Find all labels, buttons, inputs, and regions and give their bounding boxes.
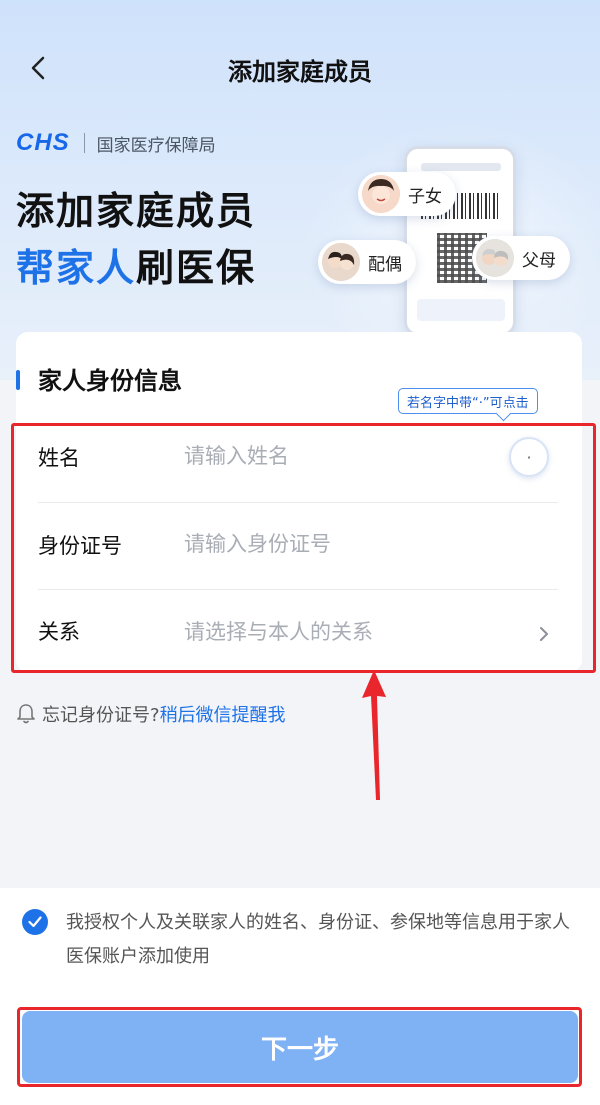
child-avatar (362, 175, 400, 213)
relation-row[interactable]: 关系 请选择与本人的关系 (38, 590, 558, 676)
bubble-spouse-label: 配偶 (368, 254, 402, 275)
nav-bar: 添加家庭成员 (0, 40, 600, 96)
phone-footer (417, 299, 505, 321)
forgot-id-text: 忘记身份证号? (42, 705, 160, 726)
phone-status-bar (421, 163, 501, 171)
section-title: 家人身份信息 (38, 367, 182, 395)
check-icon (28, 916, 42, 928)
bubble-child: 子女 (358, 172, 456, 216)
parents-avatar-icon (476, 239, 514, 277)
name-row: 姓名 (38, 416, 558, 502)
bell-icon (17, 704, 35, 724)
hero-title: 添加家庭成员 (16, 189, 257, 233)
hero-subtitle: 帮家人刷医保 (16, 237, 256, 292)
id-number-row: 身份证号 (38, 504, 558, 590)
brand: CHS 国家医疗保障局 (16, 129, 216, 156)
forgot-id-row: 忘记身份证号? 稍后微信提醒我 (16, 700, 286, 728)
id-number-input[interactable] (184, 522, 504, 566)
bubble-parents: 父母 (472, 236, 570, 280)
parents-avatar (476, 239, 514, 277)
bubble-spouse: 配偶 (318, 240, 416, 284)
relation-select[interactable]: 请选择与本人的关系 (184, 616, 373, 646)
row-divider (38, 502, 558, 503)
annotation-arrow-up (362, 670, 386, 800)
section-title-marker (16, 370, 20, 390)
chevron-right-icon[interactable] (536, 624, 552, 644)
name-label: 姓名 (38, 446, 80, 470)
page-title: 添加家庭成员 (228, 58, 372, 86)
dot-tip-tooltip: 若名字中带“·”可点击 (398, 388, 538, 414)
relation-label: 关系 (38, 620, 80, 644)
bubble-child-label: 子女 (408, 186, 442, 207)
bubble-parents-label: 父母 (522, 250, 556, 271)
brand-divider (83, 133, 85, 153)
brand-name: 国家医疗保障局 (96, 135, 216, 156)
middle-dot-button[interactable]: · (509, 437, 549, 477)
remind-me-link[interactable]: 稍后微信提醒我 (160, 701, 286, 727)
consent-text: 我授权个人及关联家人的姓名、身份证、参保地等信息用于家人医保账户添加使用 (66, 912, 570, 967)
spouse-avatar-icon (322, 243, 360, 281)
consent-checkbox[interactable] (22, 909, 48, 935)
next-button[interactable]: 下一步 (22, 1011, 578, 1083)
child-avatar-icon (362, 175, 400, 213)
id-number-label: 身份证号 (38, 534, 122, 558)
name-input[interactable] (184, 434, 504, 478)
chs-logo: CHS (16, 129, 70, 156)
hero-subtitle-rest: 刷医保 (136, 246, 257, 290)
spouse-avatar (322, 243, 360, 281)
hero-subtitle-accent: 帮家人 (16, 246, 137, 290)
